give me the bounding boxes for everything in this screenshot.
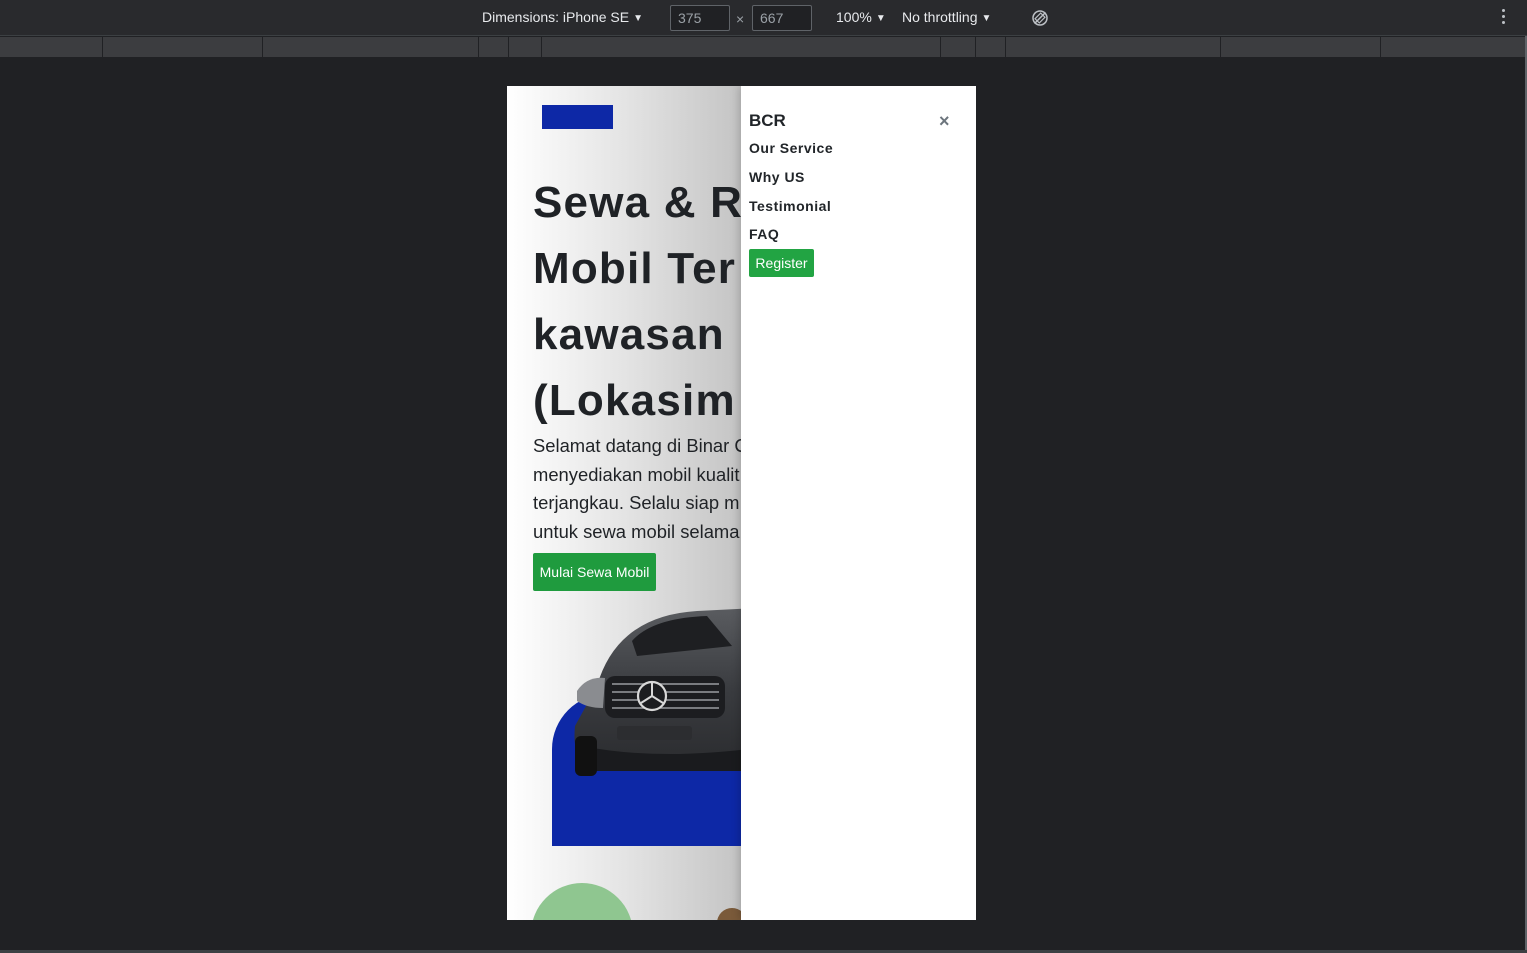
close-icon[interactable]: × — [939, 111, 950, 132]
mq-divider — [975, 37, 976, 57]
device-toolbar: Dimensions: iPhone SE▼ × 100%▼ No thrott… — [0, 0, 1527, 36]
media-query-bar[interactable] — [0, 37, 1525, 58]
mq-divider — [541, 37, 542, 57]
car-image — [574, 608, 757, 776]
decorative-green-circle — [531, 883, 633, 920]
mq-divider — [1380, 37, 1381, 57]
device-label: Dimensions: iPhone SE — [482, 9, 630, 25]
height-input[interactable] — [752, 5, 812, 31]
times-icon: × — [736, 11, 745, 27]
zoom-label: 100% — [836, 9, 872, 25]
device-select[interactable]: Dimensions: iPhone SE ▼ — [482, 9, 643, 25]
throttle-label: No throttling — [902, 9, 978, 25]
offcanvas-menu: BCR × Our Service Why US Testimonial FAQ… — [741, 86, 976, 920]
mq-divider — [940, 37, 941, 57]
mq-divider — [508, 37, 509, 57]
offcanvas-brand: BCR — [749, 111, 786, 130]
throttle-select[interactable]: No throttling ▼ — [902, 9, 991, 25]
caret-down-icon: ▼ — [875, 13, 886, 24]
site-logo[interactable] — [542, 105, 613, 129]
start-rental-button[interactable]: Mulai Sewa Mobil — [533, 553, 656, 591]
mq-divider — [1005, 37, 1006, 57]
caret-down-icon: ▼ — [633, 13, 643, 24]
mq-divider — [1220, 37, 1221, 57]
device-viewport: Sewa & R Mobil Ter kawasan (Lokasim Sela… — [507, 86, 976, 920]
mq-divider — [102, 37, 103, 57]
menu-item-faq[interactable]: FAQ — [749, 226, 779, 242]
zoom-select[interactable]: 100% ▼ — [836, 9, 886, 25]
more-vert-icon[interactable] — [1500, 9, 1506, 27]
menu-item-testimonial[interactable]: Testimonial — [749, 198, 831, 214]
menu-item-our-service[interactable]: Our Service — [749, 140, 833, 156]
caret-down-icon: ▼ — [981, 13, 992, 24]
mq-divider — [262, 37, 263, 57]
mq-divider — [478, 37, 479, 57]
menu-item-why-us[interactable]: Why US — [749, 169, 805, 185]
width-input[interactable] — [670, 5, 730, 31]
register-button[interactable]: Register — [749, 249, 814, 277]
rotate-icon[interactable] — [1031, 9, 1049, 27]
